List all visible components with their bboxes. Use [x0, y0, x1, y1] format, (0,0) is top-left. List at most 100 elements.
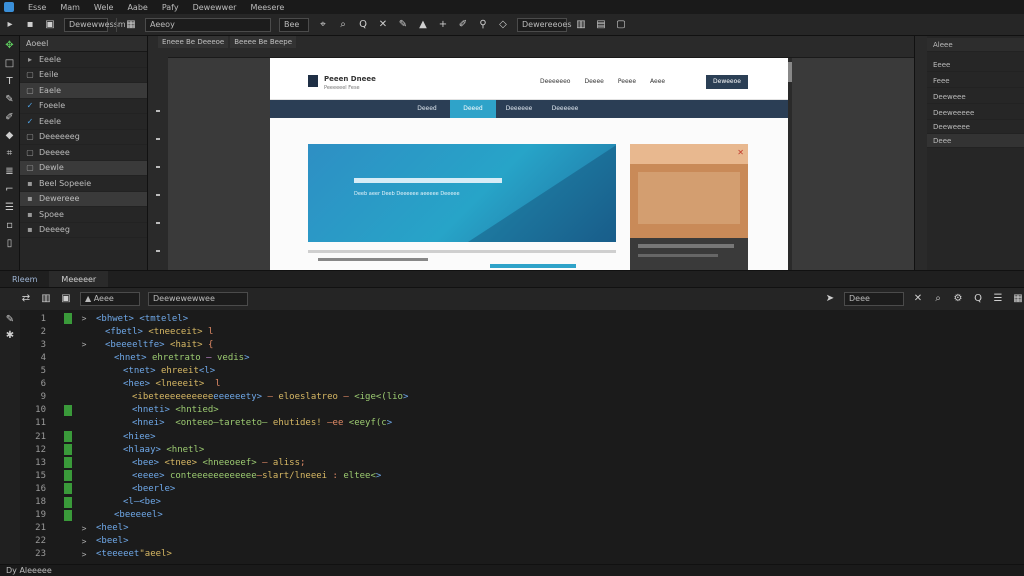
layer-item[interactable]: ▸ Eeele: [20, 52, 147, 68]
folder-icon[interactable]: ▪: [26, 225, 34, 234]
property-item[interactable]: Eeee: [927, 58, 1024, 72]
folder-icon[interactable]: ▪: [26, 194, 34, 203]
grid-icon[interactable]: ▦: [125, 19, 137, 31]
list-tool-icon[interactable]: ☰: [4, 202, 16, 214]
shield-tool-icon[interactable]: ◆: [4, 130, 16, 142]
property-item[interactable]: Deeweee: [927, 90, 1024, 104]
split-icon[interactable]: ▥: [40, 293, 52, 305]
cross-icon[interactable]: ✕: [377, 19, 389, 31]
doc-tab[interactable]: Eneee Be Deeeoe: [158, 36, 229, 48]
site-cta-button[interactable]: Deweeoe: [706, 75, 748, 89]
mode-dropdown[interactable]: Bee: [279, 17, 309, 32]
search-icon[interactable]: Q: [357, 19, 369, 31]
eye-icon[interactable]: ▢: [26, 86, 34, 95]
site-nav-link[interactable]: Peeee: [618, 78, 636, 85]
brush-tool-icon[interactable]: ✐: [4, 112, 16, 124]
menu-item-edit[interactable]: Mam: [60, 3, 80, 12]
layer-item[interactable]: ▪ Spoee: [20, 207, 147, 223]
code-line[interactable]: 22 > <beel>: [20, 535, 128, 548]
box-icon[interactable]: ▢: [26, 148, 34, 157]
code-line[interactable]: 3 > <beeeeltfe> <hait> {: [20, 338, 214, 351]
layer-item[interactable]: ▢ Dewle: [20, 160, 147, 176]
code-line[interactable]: 1 > <bhwet> <tmtelel>: [20, 312, 188, 325]
layer-item[interactable]: ▢ Deeeee: [20, 145, 147, 161]
eye-icon[interactable]: ▢: [26, 70, 34, 79]
code-line[interactable]: 6 <hee> <lneeeit> l: [20, 378, 221, 391]
file-icon[interactable]: ▪: [24, 19, 36, 31]
eye-icon[interactable]: ▸: [26, 55, 34, 64]
lock-icon[interactable]: ▤: [595, 19, 607, 31]
editor-tab-active[interactable]: Meeeeer: [49, 271, 109, 287]
crop-tool-icon[interactable]: ⌗: [4, 148, 16, 160]
select-tool-icon[interactable]: ▸: [4, 19, 16, 31]
layer-item[interactable]: ▢ Eaele: [20, 83, 147, 99]
code-line[interactable]: 21 > <heel>: [20, 522, 128, 535]
link-icon[interactable]: ⇄: [20, 293, 32, 305]
code-line[interactable]: 19 <beeeeel>: [20, 509, 163, 522]
code-line[interactable]: 23 > <teeeeet"aeel>: [20, 548, 172, 561]
menu-item-view[interactable]: Wele: [94, 3, 114, 12]
web-page-preview[interactable]: Peeen Dneee Peeeeeel Fese Deeeeeeo Deeee…: [270, 58, 788, 270]
code-line[interactable]: 16 <beerle>: [20, 482, 175, 495]
check-icon[interactable]: ✓: [26, 117, 34, 126]
code-editor[interactable]: ✎ ✱ 1 > <bhwet> <tmtelel> 2 <fbetl> <tneecei…: [0, 310, 1024, 564]
plus-icon[interactable]: +: [437, 19, 449, 31]
code-line[interactable]: 13 <bee> <tnee> <hneeoeef> – aliss;: [20, 456, 305, 469]
layers-tool-icon[interactable]: ≣: [4, 166, 16, 178]
grid-icon[interactable]: ▦: [1012, 293, 1024, 305]
fold-chevron-icon[interactable]: >: [72, 537, 96, 546]
pencil-tool-icon[interactable]: ✎: [4, 94, 16, 106]
diamond-icon[interactable]: ◇: [497, 19, 509, 31]
layer-item[interactable]: ▪ Dewereee: [20, 191, 147, 207]
frame-tool-icon[interactable]: ⌐: [4, 184, 16, 196]
property-item[interactable]: Deee: [927, 134, 1024, 148]
layer-item[interactable]: ✓ Eeele: [20, 114, 147, 130]
anchor-icon[interactable]: ⚲: [477, 19, 489, 31]
code-line[interactable]: 11 <hnei> <onteeo–tareteto– ehutides! –ee…: [20, 417, 392, 430]
brush-icon[interactable]: ✐: [457, 19, 469, 31]
code-line[interactable]: 12 <hlaay> <hnetl>: [20, 443, 204, 456]
folder-icon[interactable]: ▪: [26, 210, 34, 219]
code-line[interactable]: 21 <hiee>: [20, 430, 156, 443]
fold-chevron-icon[interactable]: >: [72, 550, 96, 559]
code-line[interactable]: 15 <eeee> conteeeeeeeeeeee–slart/lneeei :…: [20, 469, 381, 482]
pin-icon[interactable]: ▲: [417, 19, 429, 31]
code-line[interactable]: 5 <tnet> ehreeit<l>: [20, 364, 216, 377]
layer-item[interactable]: ▢ Eeile: [20, 68, 147, 83]
site-nav-link[interactable]: Aeee: [650, 78, 665, 85]
code-line[interactable]: 9 <ibeteeeeeeeeeeeeeeeety> – eloeslatreo …: [20, 391, 409, 404]
site-menu-item[interactable]: Deeed: [404, 100, 450, 118]
rect-tool-icon[interactable]: □: [4, 58, 16, 70]
site-menu-item-active[interactable]: Deeed: [450, 100, 496, 118]
menu-item-insert[interactable]: Aabe: [127, 3, 147, 12]
fold-chevron-icon[interactable]: >: [72, 314, 96, 323]
code-line[interactable]: 18 <l–<be>: [20, 495, 161, 508]
box-icon[interactable]: ▢: [26, 132, 34, 141]
property-item[interactable]: Deeweeeee: [927, 106, 1024, 120]
pencil-icon[interactable]: ✎: [4, 314, 16, 326]
editor-tab[interactable]: Rleem: [0, 271, 49, 287]
menu-item-developer[interactable]: Dewewwer: [193, 3, 237, 12]
settings-icon[interactable]: ⚙: [952, 293, 964, 305]
menu-item-help[interactable]: Meesere: [250, 3, 284, 12]
editor-dropdown[interactable]: ▲ Aeee: [80, 292, 140, 306]
design-canvas[interactable]: Eneee Be Deeeoe Beeee Be Beepe Peeen Dne…: [148, 36, 914, 270]
star-icon[interactable]: ✱: [4, 330, 16, 342]
page-tool-icon[interactable]: ▯: [4, 238, 16, 250]
code-line[interactable]: 4 <hnet> ehretrato – vedis>: [20, 351, 250, 364]
site-nav-link[interactable]: Deeee: [584, 78, 603, 85]
code-line[interactable]: 2 <fbetl> <tneeceit> l: [20, 325, 214, 338]
check-icon[interactable]: ✓: [26, 101, 34, 110]
save-icon[interactable]: ▣: [44, 19, 56, 31]
scrollbar-thumb[interactable]: [788, 62, 792, 82]
property-item[interactable]: Deeweeee: [927, 120, 1024, 134]
fold-chevron-icon[interactable]: >: [72, 524, 96, 533]
site-menu-item[interactable]: Deeeeee: [496, 100, 542, 118]
panel-icon[interactable]: ▢: [615, 19, 627, 31]
move-tool-icon[interactable]: ✥: [4, 40, 16, 52]
layer-item[interactable]: ✓ Foeele: [20, 99, 147, 114]
menu-item-format[interactable]: Pafy: [162, 3, 179, 12]
zoom-icon[interactable]: ⌕: [337, 19, 349, 31]
box-icon[interactable]: ▣: [60, 293, 72, 305]
site-nav-link[interactable]: Deeeeeeo: [540, 78, 570, 85]
